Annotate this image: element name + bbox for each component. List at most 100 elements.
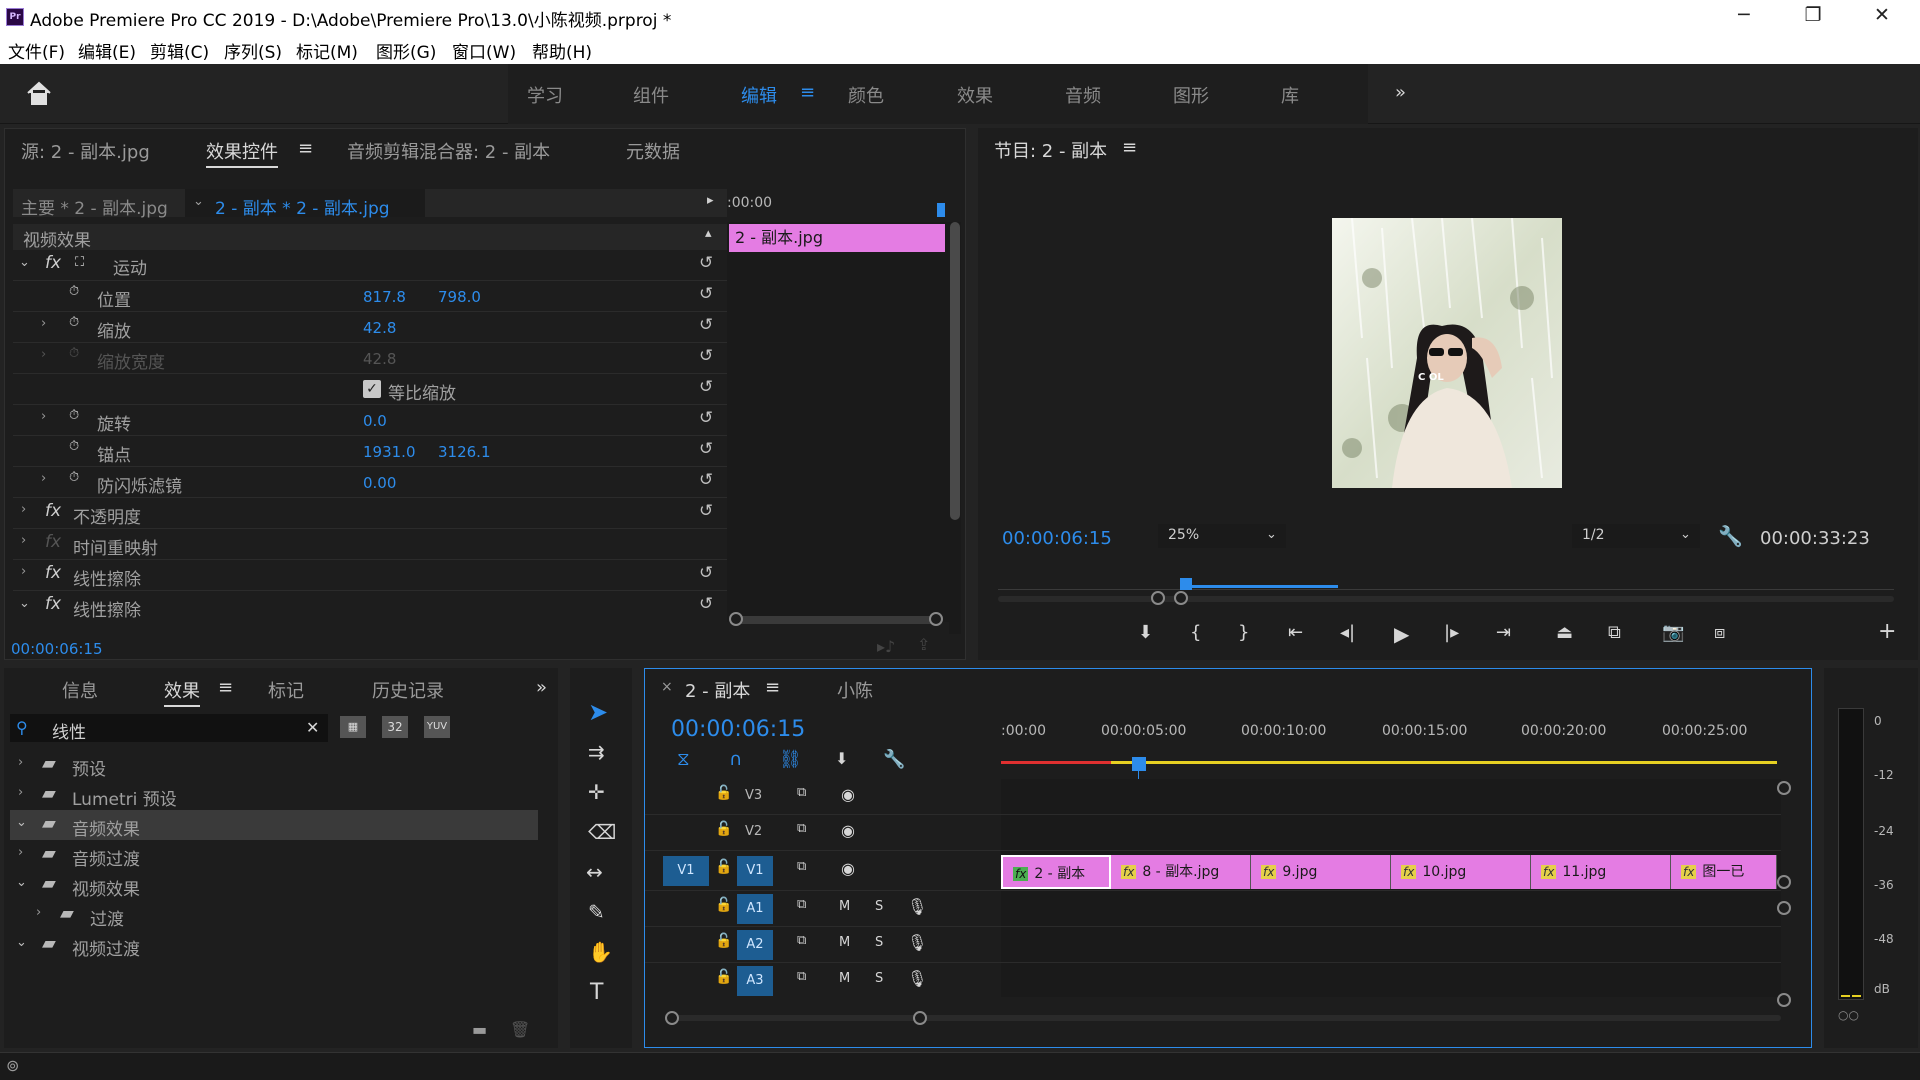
sequence-tab[interactable]: 2 - 副本 — [685, 677, 750, 703]
menu-graphics[interactable]: 图形(G) — [376, 38, 436, 63]
sync-lock-icon[interactable]: ⧉ — [797, 969, 806, 984]
chevron-down-icon[interactable]: ⌄ — [16, 815, 27, 830]
position-x-value[interactable]: 817.8 — [363, 288, 406, 306]
reset-icon[interactable]: ↺ — [699, 408, 713, 428]
timeline-playhead-handle[interactable] — [1132, 757, 1146, 771]
mute-button[interactable]: M — [839, 971, 850, 986]
zoom-handle-right[interactable] — [1174, 591, 1188, 605]
menu-sequence[interactable]: 序列(S) — [224, 38, 282, 63]
workspace-audio[interactable]: 音频 — [1065, 82, 1101, 108]
master-clip-label[interactable]: 主要 * 2 - 副本.jpg — [21, 194, 168, 219]
mute-button[interactable]: M — [839, 935, 850, 950]
timeline-clip[interactable]: fx 2 - 副本 — [1001, 855, 1111, 889]
chevron-right-icon[interactable]: › — [36, 905, 41, 920]
zoom-handle-right[interactable] — [913, 1011, 927, 1025]
step-forward-icon[interactable]: |▸ — [1444, 622, 1459, 643]
more-panels-icon[interactable]: » — [536, 677, 547, 698]
solo-button[interactable]: S — [875, 935, 883, 950]
timeline-clip[interactable]: fx 9.jpg — [1251, 855, 1391, 889]
effect-row-motion[interactable]: ⌄ fx ⛶ 运动 ↺ — [13, 250, 727, 281]
reset-icon[interactable]: ↺ — [699, 377, 713, 397]
scale-value[interactable]: 42.8 — [363, 319, 396, 337]
program-playhead[interactable] — [1180, 578, 1193, 590]
sequence-menu-icon[interactable]: ≡ — [765, 677, 780, 698]
effect-controls-menu-icon[interactable]: ≡ — [298, 138, 313, 159]
source-patch-v1[interactable]: V1 — [663, 856, 709, 886]
workspace-editing[interactable]: 编辑 — [741, 82, 777, 108]
workspace-effects[interactable]: 效果 — [957, 82, 993, 108]
solo-button[interactable]: S — [875, 971, 883, 986]
lift-icon[interactable]: ⏏ — [1556, 622, 1573, 643]
tab-info[interactable]: 信息 — [62, 677, 98, 703]
hand-tool-icon[interactable]: ✋ — [588, 940, 613, 964]
zoom-handle-left[interactable] — [665, 1011, 679, 1025]
program-zoom-bar[interactable] — [998, 596, 1894, 602]
delete-icon[interactable]: 🗑 — [510, 1020, 530, 1039]
tab-metadata[interactable]: 元数据 — [626, 138, 680, 164]
add-marker-icon[interactable]: ⬇ — [1138, 622, 1153, 643]
microphone-icon[interactable]: 🎙 — [907, 897, 927, 916]
timeline-zoom-scrollbar[interactable] — [665, 1015, 1781, 1021]
program-timecode[interactable]: 00:00:06:15 — [1002, 528, 1112, 549]
chevron-right-icon[interactable]: › — [41, 409, 46, 424]
new-bin-icon[interactable]: ▬ — [472, 1020, 487, 1039]
anti-flicker-value[interactable]: 0.00 — [363, 474, 396, 492]
tab-audio-clip-mixer[interactable]: 音频剪辑混合器: 2 - 副本 — [347, 138, 550, 164]
microphone-icon[interactable]: 🎙 — [907, 969, 927, 988]
workspace-color[interactable]: 颜色 — [848, 82, 884, 108]
go-to-in-icon[interactable]: ⇤ — [1288, 622, 1303, 643]
ripple-edit-tool-icon[interactable]: ✛ — [588, 780, 605, 804]
program-monitor-title[interactable]: 节目: 2 - 副本 — [994, 137, 1107, 163]
timeline-settings-icon[interactable]: 🔧 — [883, 749, 905, 770]
zoom-handle-left[interactable] — [729, 612, 743, 626]
sync-lock-icon[interactable]: ⧉ — [797, 933, 806, 948]
workspace-learn[interactable]: 学习 — [527, 82, 563, 108]
timeline-clip[interactable]: fx 8 - 副本.jpg — [1111, 855, 1251, 889]
chevron-right-icon[interactable]: › — [21, 533, 26, 548]
effect-row-linear-wipe[interactable]: › fx 线性擦除 ↺ — [13, 560, 727, 591]
tab-source[interactable]: 源: 2 - 副本.jpg — [21, 138, 150, 164]
chevron-down-icon[interactable]: ⌄ — [16, 935, 27, 950]
pen-tool-icon[interactable]: ✎ — [588, 900, 605, 924]
eye-icon[interactable]: ◉ — [841, 785, 855, 804]
type-tool-icon[interactable]: T — [590, 980, 603, 1005]
track-label[interactable]: A3 — [737, 966, 773, 996]
extract-icon[interactable]: ⧉ — [1608, 622, 1621, 643]
lock-icon[interactable]: 🔓 — [715, 969, 732, 985]
horizontal-zoom-scrollbar[interactable] — [735, 616, 941, 624]
eye-icon[interactable]: ◉ — [841, 859, 855, 878]
clip-dropdown[interactable]: ⌄ 2 - 副本 * 2 - 副本.jpg — [185, 189, 425, 219]
menu-edit[interactable]: 编辑(E) — [78, 38, 136, 63]
linked-selection-icon[interactable]: ⛓ — [779, 749, 802, 770]
timeline-clip[interactable]: fx 10.jpg — [1391, 855, 1531, 889]
stopwatch-icon[interactable]: ⏱ — [69, 439, 79, 454]
add-marker-icon[interactable]: ⬇ — [835, 749, 848, 768]
snap-icon[interactable]: ∩ — [729, 749, 742, 770]
chevron-right-icon[interactable]: › — [41, 347, 46, 362]
workspace-menu-icon[interactable]: ≡ — [800, 82, 815, 103]
effects-menu-icon[interactable]: ≡ — [218, 677, 233, 698]
menu-marker[interactable]: 标记(M) — [296, 38, 358, 63]
menu-file[interactable]: 文件(F) — [8, 38, 65, 63]
fx-icon[interactable]: fx — [45, 253, 61, 273]
track-label[interactable]: A1 — [737, 894, 773, 924]
collapse-up-icon[interactable]: ▴ — [705, 226, 712, 241]
wrench-icon[interactable]: 🔧 — [1718, 524, 1743, 548]
stopwatch-icon[interactable]: ⏱ — [69, 284, 79, 299]
lock-icon[interactable]: 🔓 — [715, 859, 732, 875]
timeline-timecode[interactable]: 00:00:06:15 — [671, 717, 805, 742]
tab-history[interactable]: 历史记录 — [372, 677, 444, 703]
fx-icon[interactable]: fx — [45, 563, 61, 583]
creative-cloud-icon[interactable]: ⊚ — [6, 1056, 19, 1075]
mark-in-icon[interactable]: { — [1190, 622, 1201, 643]
tree-item-lumetri-presets[interactable]: › ▰ Lumetri 预设 — [10, 780, 538, 810]
vertical-zoom-handle[interactable] — [1777, 993, 1791, 1007]
effect-row-time-remap[interactable]: › fx 时间重映射 — [13, 529, 727, 560]
reset-icon[interactable]: ↺ — [699, 346, 713, 366]
mini-clip[interactable]: 2 - 副本.jpg — [729, 224, 945, 252]
go-to-out-icon[interactable]: ⇥ — [1496, 622, 1511, 643]
track-label[interactable]: V3 — [745, 788, 762, 803]
effect-row-linear-wipe[interactable]: ⌄ fx 线性擦除 ↺ — [13, 591, 727, 622]
tree-item-video-transitions[interactable]: ⌄ ▰ 视频过渡 — [10, 930, 538, 960]
position-y-value[interactable]: 798.0 — [438, 288, 481, 306]
